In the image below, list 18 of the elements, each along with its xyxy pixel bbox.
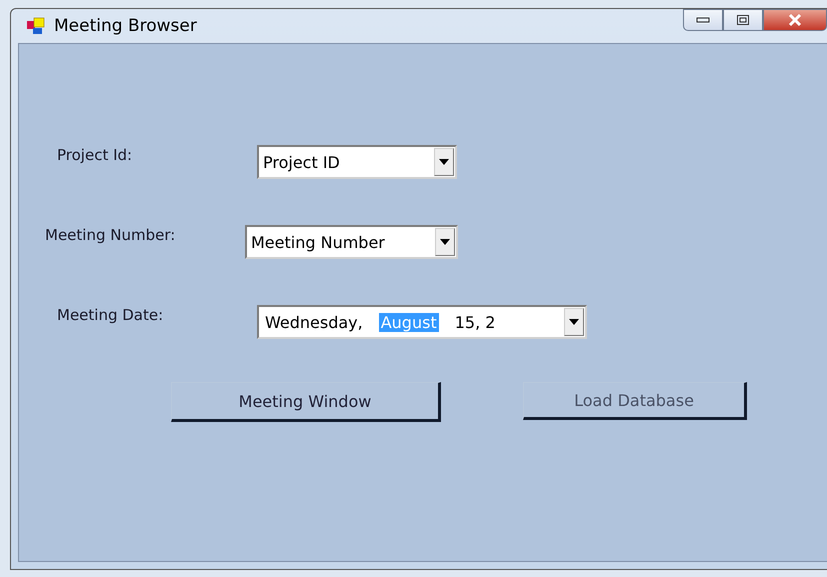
app-icon [26, 16, 46, 36]
minimize-button[interactable] [683, 9, 723, 31]
date-picker-field[interactable]: Wednesday, August 15, 2 [257, 305, 587, 339]
close-icon [787, 13, 803, 27]
date-segment[interactable]: 15, 2 [452, 312, 564, 332]
minimize-icon [696, 16, 710, 24]
field-label: Meeting Number: [44, 226, 176, 244]
field-label: Meeting Date: [56, 306, 164, 324]
date-segment[interactable]: Wednesday, [263, 312, 365, 332]
form-button[interactable]: Meeting Window [171, 382, 441, 422]
maximize-button[interactable] [723, 9, 763, 31]
field-label: Project Id: [56, 146, 134, 164]
form-button[interactable]: Load Database [523, 382, 747, 420]
close-button[interactable] [763, 9, 827, 31]
window-title: Meeting Browser [54, 16, 197, 36]
dropdown-field[interactable]: Project ID [257, 145, 457, 179]
maximize-icon [736, 14, 750, 26]
dropdown-field[interactable]: Meeting Number [245, 225, 458, 259]
